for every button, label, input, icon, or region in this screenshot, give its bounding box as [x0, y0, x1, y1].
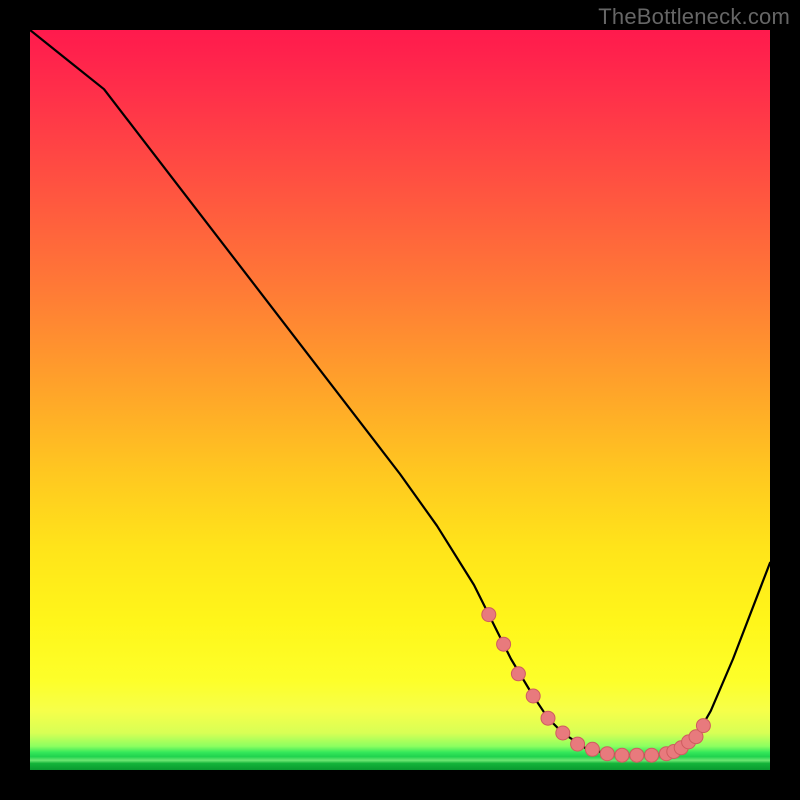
data-marker — [696, 719, 710, 733]
data-marker — [556, 726, 570, 740]
data-marker — [600, 747, 614, 761]
plot-area — [30, 30, 770, 770]
data-marker — [585, 742, 599, 756]
data-marker — [630, 748, 644, 762]
chart-stage: TheBottleneck.com — [0, 0, 800, 800]
curve-layer — [30, 30, 770, 770]
data-marker — [615, 748, 629, 762]
curve-markers — [482, 608, 711, 763]
data-marker — [541, 711, 555, 725]
data-marker — [497, 637, 511, 651]
data-marker — [526, 689, 540, 703]
data-marker — [645, 748, 659, 762]
data-marker — [511, 667, 525, 681]
curve-line — [30, 30, 770, 755]
data-marker — [571, 737, 585, 751]
data-marker — [482, 608, 496, 622]
watermark-text: TheBottleneck.com — [598, 4, 790, 30]
